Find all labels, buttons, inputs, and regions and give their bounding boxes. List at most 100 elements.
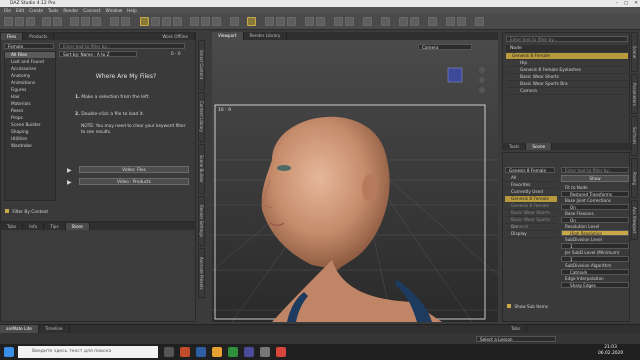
undo-icon[interactable] [42, 17, 51, 26]
emitter-icon[interactable] [428, 17, 437, 26]
vtab-posing[interactable]: Posing [631, 158, 638, 198]
view-cube-icon[interactable] [447, 67, 463, 83]
camera-dropdown[interactable]: Camera [418, 44, 472, 50]
menu-help[interactable]: Help [127, 7, 137, 14]
figure-dropdown[interactable]: Genesis 8 Female [505, 167, 555, 173]
category-scene-builder[interactable]: Scene Builder [5, 122, 55, 129]
help-icon[interactable] [475, 17, 484, 26]
vtab-content-library[interactable]: Content Library [198, 92, 205, 142]
tab-tabs-bottom[interactable]: Tabs [505, 325, 528, 332]
group-bra[interactable]: Basic Wear Sports Bra [505, 217, 557, 230]
group-genesis-selected[interactable]: Genesis 8 Female [505, 196, 557, 203]
menu-render[interactable]: Render [63, 7, 78, 14]
figure-icon[interactable] [345, 17, 354, 26]
vtab-scene[interactable]: Scene [631, 32, 638, 72]
save-icon[interactable] [26, 17, 35, 26]
file-explorer-icon[interactable] [212, 347, 222, 357]
cut-icon[interactable] [70, 17, 79, 26]
scene-item-eyelashes[interactable]: Genesis 8 Female Eyelashes [506, 67, 628, 74]
region-select-icon[interactable] [212, 17, 221, 26]
category-figures[interactable]: Figures [5, 87, 55, 94]
file-search-input[interactable]: Enter text to filter by... [59, 43, 185, 49]
scene-item-hip[interactable]: Hip [506, 60, 628, 67]
vtab-render-settings[interactable]: Render Settings [198, 196, 205, 246]
category-lost-and-found[interactable]: Lost and Found [5, 59, 55, 66]
minimize-button[interactable]: – [616, 0, 618, 7]
group-currently-used[interactable]: Currently Used [505, 189, 557, 196]
primitive-icon[interactable] [334, 17, 343, 26]
menu-connect[interactable]: Connect [83, 7, 100, 14]
tab-info[interactable]: Info [23, 223, 45, 230]
tab-tabs[interactable]: Tabs [1, 223, 24, 230]
filter-checkbox-icon[interactable] [5, 209, 9, 213]
camera-tool-icon[interactable] [305, 17, 314, 26]
maximize-button[interactable]: □ [624, 0, 628, 7]
dform-icon[interactable] [381, 17, 390, 26]
vtab-smart-content[interactable]: Smart Content [198, 40, 205, 90]
rotate-tool-icon[interactable] [162, 17, 171, 26]
menu-create[interactable]: Create [29, 7, 43, 14]
group-all[interactable]: All [505, 175, 557, 182]
vtab-surfaces[interactable]: Surfaces [631, 116, 638, 156]
tab-render-library[interactable]: Render Library [244, 32, 288, 40]
scene-item-shorts[interactable]: Basic Wear Shorts [506, 74, 628, 81]
tab-files[interactable]: Files [1, 33, 24, 40]
app-icon-5[interactable] [276, 347, 286, 357]
morph-loader-icon[interactable] [363, 17, 372, 26]
viewport-3d[interactable]: 16 : 9 [212, 40, 498, 322]
pan-icon[interactable] [479, 77, 485, 83]
group-icon[interactable] [410, 17, 419, 26]
open-icon[interactable] [15, 17, 24, 26]
weight-map-icon[interactable] [276, 17, 285, 26]
scene-item-bra[interactable]: Basic Wear Sports Bra [506, 81, 628, 88]
scene-search-input[interactable]: Enter text to filter by... [506, 36, 628, 42]
orbit-icon[interactable] [479, 67, 485, 73]
taskbar-search-input[interactable]: Введите здесь текст для поиска [18, 346, 158, 358]
category-all-files[interactable]: All Files [5, 52, 55, 59]
universal-tool-icon[interactable] [140, 17, 149, 26]
tab-products[interactable]: Products [23, 33, 55, 40]
close-button[interactable]: ✕ [634, 0, 638, 7]
category-dropdown[interactable]: Female [4, 43, 54, 49]
daz-studio-taskbar-icon[interactable] [260, 347, 270, 357]
surface-select-icon[interactable] [201, 17, 210, 26]
group-shorts[interactable]: Basic Wear Shorts [505, 210, 557, 217]
category-anatomy[interactable]: Anatomy [5, 73, 55, 80]
group-genesis-sub[interactable]: Genesis 8 Female [505, 203, 557, 210]
tab-timeline[interactable]: Timeline [39, 325, 70, 333]
vtab-scene-builder[interactable]: Scene Builder [198, 144, 205, 194]
tab-tips[interactable]: Tips [44, 223, 66, 230]
group-general[interactable]: General [505, 224, 557, 231]
windows-start-icon[interactable] [4, 347, 14, 357]
new-scene-icon[interactable] [4, 17, 13, 26]
app-icon-1[interactable] [180, 347, 190, 357]
show-sub-items[interactable]: Show Sub Items [507, 304, 548, 309]
zoom-icon[interactable] [479, 87, 485, 93]
sort-dropdown[interactable]: Sort by: Name : A to Z [59, 51, 137, 57]
render-settings-icon[interactable] [121, 17, 130, 26]
category-accessories[interactable]: Accessories [5, 66, 55, 73]
spot-render-icon[interactable] [287, 17, 296, 26]
lesson-dropdown[interactable]: Select a Lesson [476, 336, 556, 342]
category-props[interactable]: Props [5, 115, 55, 122]
category-animations[interactable]: Animations [5, 80, 55, 87]
parameters-search-input[interactable]: Enter text to filter by... [561, 167, 629, 173]
group-favorites[interactable]: Favorites [505, 182, 557, 189]
vtab-parameters[interactable]: Parameters [631, 74, 638, 114]
category-wardrobe[interactable]: Wardrobe [5, 143, 55, 150]
category-hair[interactable]: Hair [5, 94, 55, 101]
instance-icon[interactable] [399, 17, 408, 26]
scene-item-genesis[interactable]: Genesis 8 Female [506, 53, 628, 60]
translate-tool-icon[interactable] [151, 17, 160, 26]
menu-edit[interactable]: Edit [16, 7, 24, 14]
tab-viewport[interactable]: Viewport [212, 32, 244, 40]
copy-icon[interactable] [81, 17, 90, 26]
joint-editor-icon[interactable] [230, 17, 239, 26]
paste-icon[interactable] [92, 17, 101, 26]
tab-animate-lite[interactable]: aniMate Lite [0, 325, 39, 333]
node-select-icon[interactable] [190, 17, 199, 26]
work-offline-button[interactable]: Work Offline [156, 33, 195, 40]
taskbar-clock[interactable]: 21:03 06.02.2020 [598, 345, 623, 357]
vtab-aux-viewport[interactable]: Aux Viewport [631, 200, 638, 240]
timeline-icon[interactable] [446, 17, 455, 26]
